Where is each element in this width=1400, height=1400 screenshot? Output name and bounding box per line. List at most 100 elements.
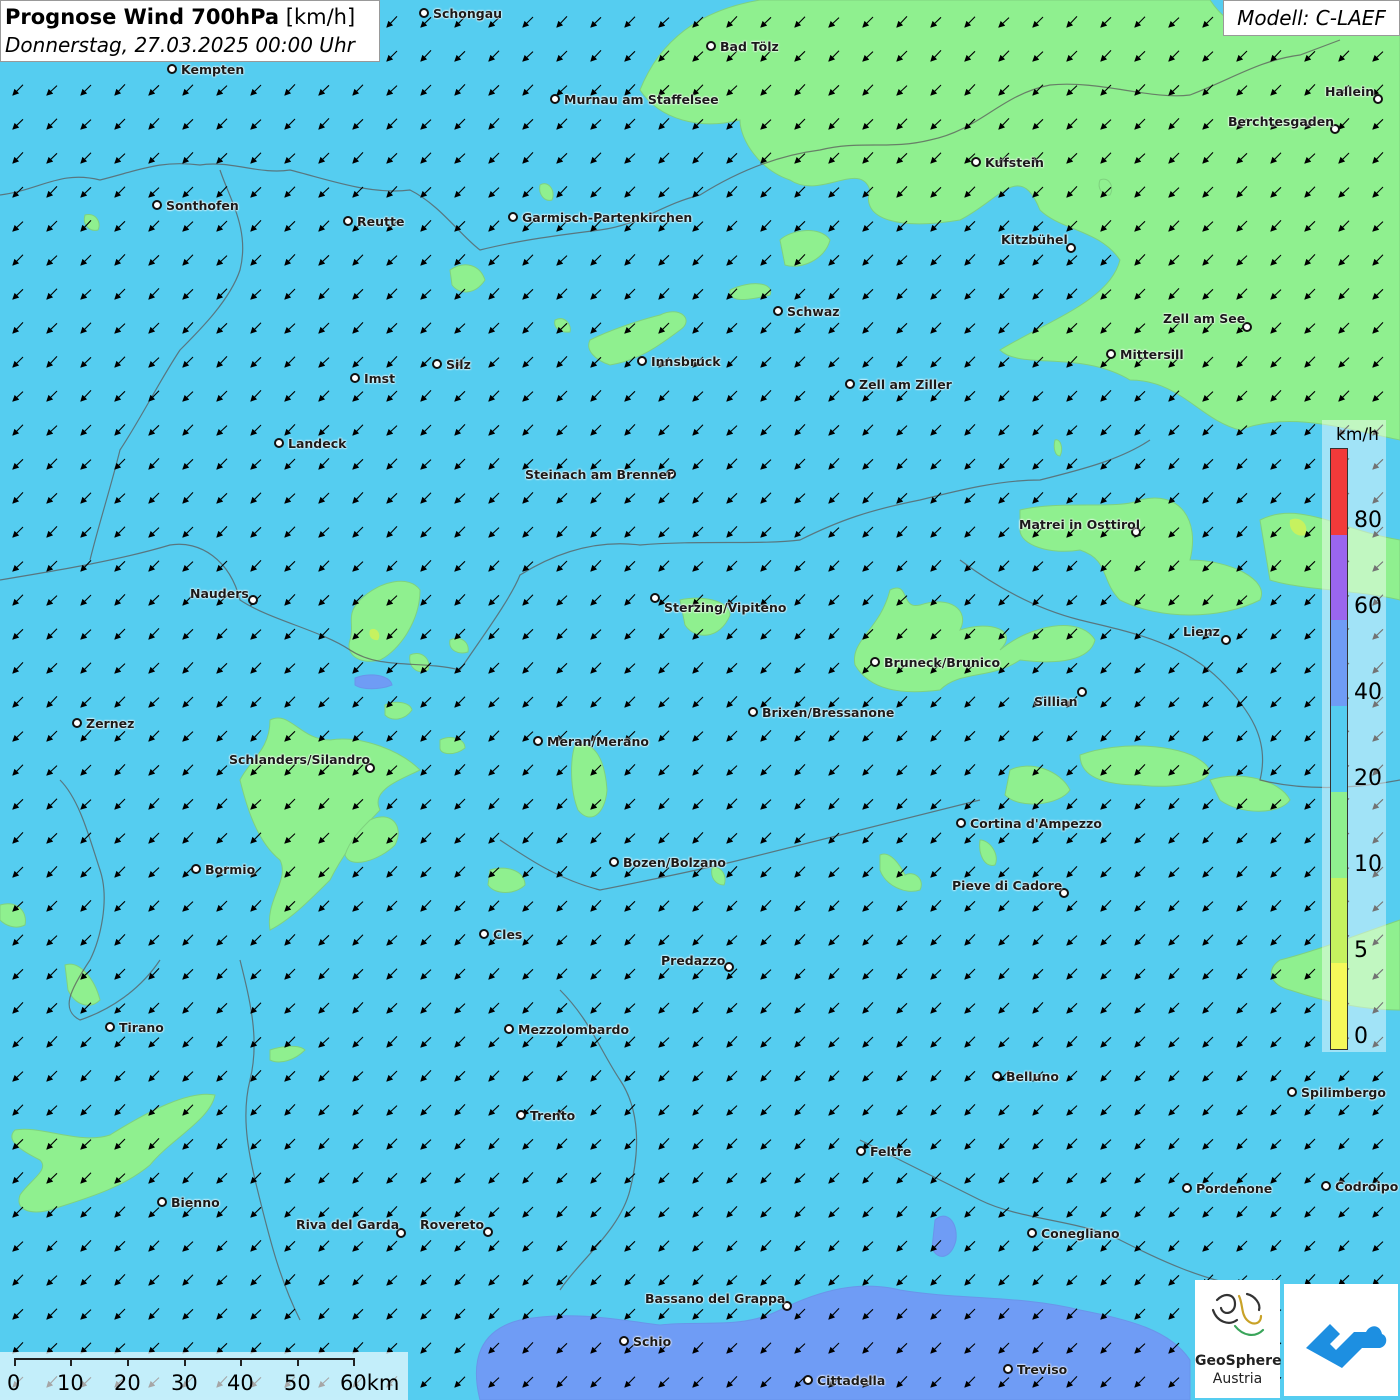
- city-label: Kitzbühel: [1001, 232, 1068, 247]
- city-label: Spilimbergo: [1301, 1085, 1386, 1100]
- scale-tick: [70, 1358, 72, 1366]
- city-marker: [803, 1375, 813, 1385]
- city-label: Cles: [493, 927, 523, 942]
- legend-colorbar: [1330, 448, 1348, 1050]
- city-marker: [105, 1022, 115, 1032]
- scale-label: 60km: [340, 1371, 400, 1395]
- city-marker: [157, 1197, 167, 1207]
- legend-color-segment: [1331, 706, 1347, 792]
- city-label: Codroipo: [1335, 1179, 1399, 1194]
- city-label: Innsbruck: [651, 354, 721, 369]
- city-label: Schlanders/Silandro: [229, 752, 371, 767]
- legend-unit: km/h: [1336, 425, 1379, 445]
- legend-color-segment: [1331, 534, 1347, 621]
- scale-tick: [127, 1358, 129, 1366]
- city-label: Lienz: [1183, 624, 1220, 639]
- cloud-arrow-app-icon: [1306, 1324, 1387, 1368]
- city-marker: [479, 929, 489, 939]
- city-marker: [1321, 1181, 1331, 1191]
- city-marker: [152, 200, 162, 210]
- legend-color-segment: [1331, 620, 1347, 707]
- geosphere-country: Austria: [1212, 1371, 1263, 1387]
- city-label: Bormio: [205, 862, 256, 877]
- city-marker: [706, 41, 716, 51]
- city-marker: [508, 212, 518, 222]
- city-marker: [483, 1227, 493, 1237]
- city-marker: [1027, 1228, 1037, 1238]
- city-marker: [419, 8, 429, 18]
- app-logo[interactable]: [1284, 1284, 1398, 1396]
- scale-label: 10: [57, 1371, 84, 1395]
- city-label: Belluno: [1006, 1069, 1059, 1084]
- legend-label-40: 40: [1354, 680, 1382, 705]
- scale-tick: [14, 1358, 16, 1366]
- color-legend: km/h 80 60 40 20 10 5 0: [1322, 420, 1386, 1052]
- city-label: Tirano: [119, 1020, 164, 1035]
- city-label: Predazzo: [661, 953, 726, 968]
- legend-label-10: 10: [1354, 852, 1382, 877]
- city-marker: [1287, 1087, 1297, 1097]
- city-label: Pieve di Cadore: [952, 878, 1063, 893]
- model-label: Modell: C-LAEF: [1223, 0, 1400, 36]
- city-label: Sterzing/Vipiteno: [664, 600, 787, 615]
- city-marker: [870, 657, 880, 667]
- legend-label-5: 5: [1354, 938, 1368, 963]
- city-marker: [1373, 94, 1383, 104]
- city-marker: [971, 157, 981, 167]
- city-marker: [845, 379, 855, 389]
- city-marker: [191, 864, 201, 874]
- city-label: Schwaz: [787, 304, 840, 319]
- city-marker: [1003, 1364, 1013, 1374]
- city-marker: [956, 818, 966, 828]
- city-label: Kempten: [181, 62, 245, 77]
- city-marker: [1221, 635, 1231, 645]
- city-label: Mittersill: [1120, 347, 1184, 362]
- city-label: Garmisch-Partenkirchen: [522, 210, 693, 225]
- title-unit: [km/h]: [285, 5, 356, 29]
- city-label: Feltre: [870, 1144, 912, 1159]
- map-title: Prognose Wind 700hPa [km/h]: [5, 3, 375, 31]
- city-label: Reutte: [357, 214, 405, 229]
- city-marker: [856, 1146, 866, 1156]
- city-label: Imst: [364, 371, 396, 386]
- legend-label-60: 60: [1354, 594, 1382, 619]
- city-label: Trento: [530, 1108, 576, 1123]
- city-marker: [992, 1071, 1002, 1081]
- scale-tick: [353, 1358, 355, 1366]
- city-label: Bozen/Bolzano: [623, 855, 726, 870]
- city-label: Riva del Garda: [296, 1217, 400, 1232]
- city-label: Murnau am Staffelsee: [564, 92, 719, 107]
- city-label: Bad Tölz: [720, 39, 779, 54]
- scale-tick: [240, 1358, 242, 1366]
- city-label: Zell am See: [1163, 311, 1246, 326]
- scale-label: 40: [227, 1371, 254, 1395]
- city-label: Rovereto: [420, 1217, 485, 1232]
- city-label: Silz: [446, 357, 471, 372]
- geosphere-mark-icon: [1211, 1292, 1265, 1336]
- title-text: Prognose Wind 700hPa: [5, 5, 280, 29]
- geosphere-logo[interactable]: GeoSphere Austria: [1195, 1280, 1282, 1398]
- city-label: Conegliano: [1041, 1226, 1120, 1241]
- scale-label: 50: [284, 1371, 311, 1395]
- legend-label-20: 20: [1354, 766, 1382, 791]
- city-label: Schio: [633, 1334, 672, 1349]
- city-marker: [167, 64, 177, 74]
- scale-bar: 0 10 20 30 40 50 60km: [0, 1352, 408, 1400]
- forecast-datetime: Donnerstag, 27.03.2025 00:00 Uhr: [5, 33, 355, 57]
- city-marker: [72, 718, 82, 728]
- city-label: Sillian: [1034, 694, 1078, 709]
- city-marker: [1077, 687, 1087, 697]
- legend-color-segment: [1331, 877, 1347, 964]
- scale-tick: [184, 1358, 186, 1366]
- city-marker: [550, 94, 560, 104]
- city-label: Zernez: [86, 716, 135, 731]
- city-label: Bienno: [171, 1195, 220, 1210]
- city-label: Bassano del Grappa: [645, 1291, 786, 1306]
- city-label: Matrei in Osttirol: [1019, 517, 1141, 532]
- legend-label-80: 80: [1354, 508, 1382, 533]
- city-label: Cortina d'Ampezzo: [970, 816, 1102, 831]
- city-marker: [748, 707, 758, 717]
- city-label: Landeck: [288, 436, 347, 451]
- title-box: Prognose Wind 700hPa [km/h] Donnerstag, …: [0, 0, 380, 62]
- city-marker: [504, 1024, 514, 1034]
